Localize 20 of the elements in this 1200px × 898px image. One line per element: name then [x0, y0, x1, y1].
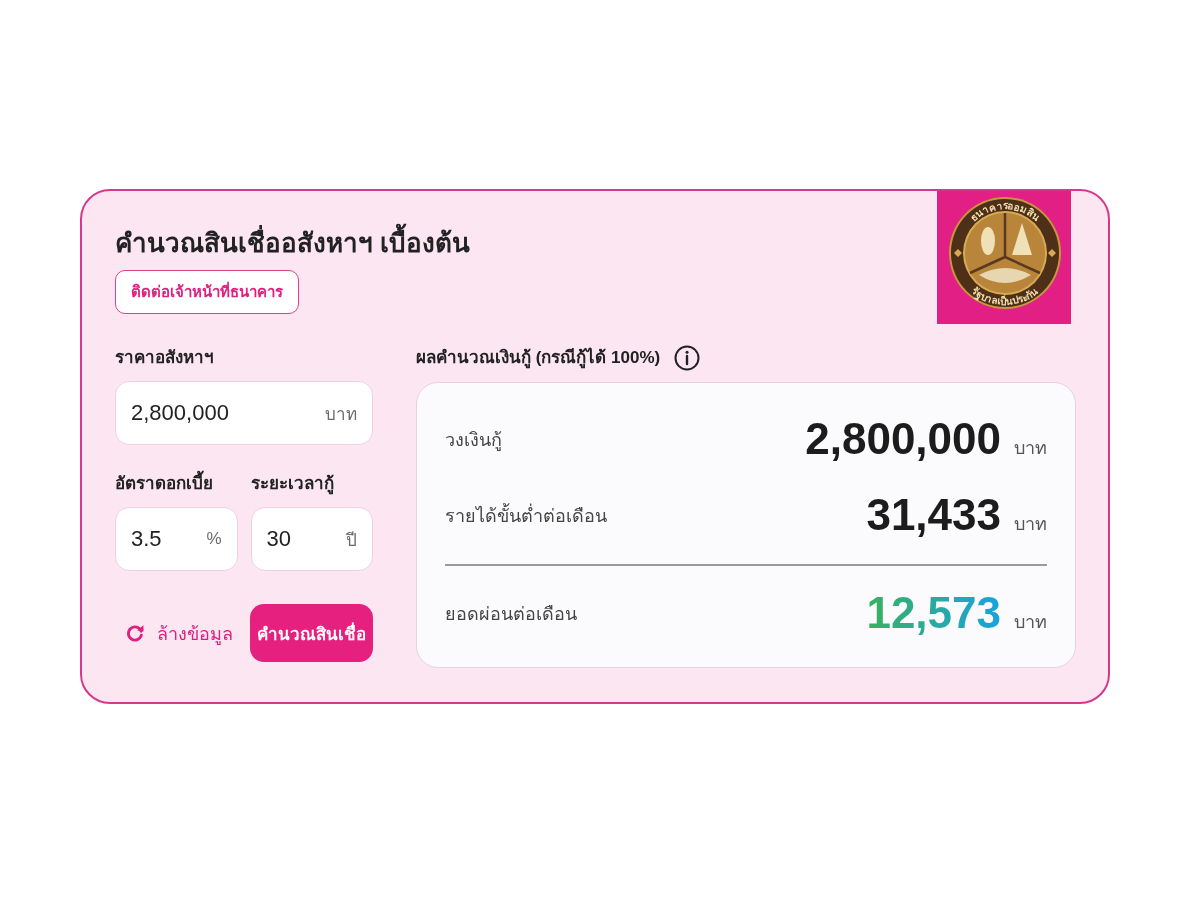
unit-label: บาท — [1014, 513, 1047, 536]
unit-label: บาท — [1014, 437, 1047, 460]
refresh-icon — [125, 623, 145, 643]
calculate-button[interactable]: คำนวณสินเชื่อ — [250, 604, 373, 662]
results-title: ผลคำนวณเงินกู้ (กรณีกู้ได้ 100%) — [416, 346, 661, 370]
unit-label: % — [206, 529, 222, 549]
result-value: 31,433 — [866, 489, 1001, 541]
result-label: วงเงินกู้ — [445, 428, 502, 453]
field-label: ราคาอสังหาฯ — [115, 347, 214, 369]
info-icon[interactable] — [674, 345, 701, 371]
contact-bank-button[interactable]: ติดต่อเจ้าหน้าที่ธนาคาร — [115, 270, 299, 314]
unit-label: บาท — [325, 403, 357, 426]
unit-label: ปี — [346, 529, 357, 552]
result-label: รายได้ขั้นต่ำต่อเดือน — [445, 502, 607, 528]
field-label: ระยะเวลากู้ — [250, 473, 334, 496]
reset-button[interactable]: ล้างข้อมูล — [115, 618, 233, 648]
result-label: ยอดผ่อนต่อเดือน — [445, 602, 577, 626]
result-value: 2,800,000 — [805, 413, 1001, 465]
field-label: อัตราดอกเบี้ย — [115, 472, 213, 496]
unit-label: บาท — [1014, 611, 1047, 634]
